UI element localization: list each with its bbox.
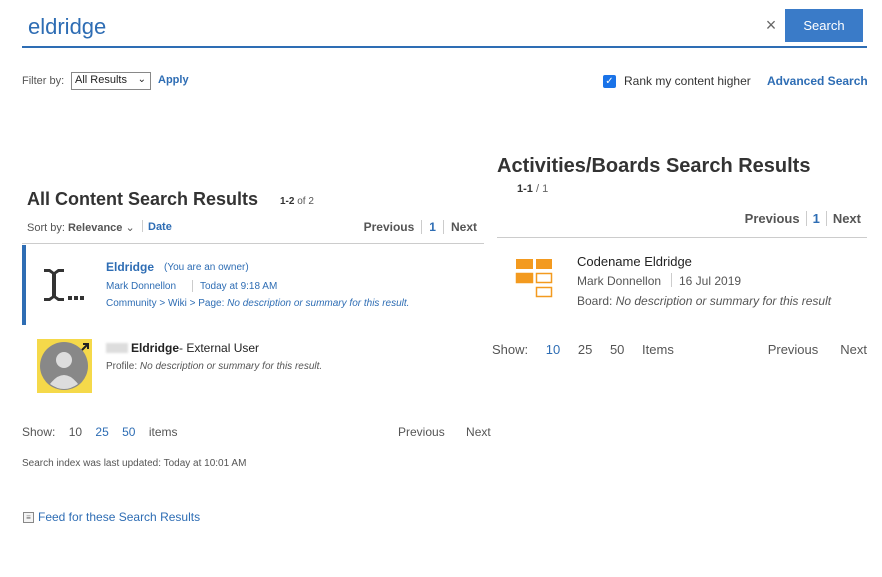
- board-author[interactable]: Mark Donnellon: [577, 274, 661, 288]
- show-label: Show:: [22, 425, 56, 439]
- count-range: 1-1: [517, 183, 533, 195]
- result-name: Eldridge: [131, 341, 180, 355]
- divider: [192, 280, 193, 292]
- blurred-name: [106, 343, 128, 353]
- result-title-suffix: - External User: [179, 341, 260, 355]
- next-link[interactable]: Next: [840, 342, 867, 357]
- sort-date-link[interactable]: Date: [148, 221, 172, 233]
- show-25[interactable]: 25: [578, 342, 592, 357]
- result-summary: No description or summary for this resul…: [139, 361, 323, 372]
- clear-search-icon[interactable]: ×: [763, 15, 779, 36]
- rss-feed-icon[interactable]: ≡: [23, 512, 34, 523]
- pager-bottom-left: Previous Next: [398, 425, 491, 439]
- board-description: Board: No description or summary for thi…: [577, 294, 831, 308]
- items-label: Items: [642, 342, 674, 357]
- result-title[interactable]: Eldridge- External User: [106, 341, 259, 355]
- sort-relevance[interactable]: Relevance: [68, 222, 122, 234]
- text-cursor-icon: [44, 269, 84, 301]
- previous-link[interactable]: Previous: [768, 342, 819, 357]
- pager-top-left: Previous 1 Next: [357, 220, 484, 234]
- show-items-left: Show: 10 25 50 items: [22, 425, 177, 439]
- profile-label: Profile:: [106, 361, 138, 372]
- page-1-link[interactable]: 1: [805, 211, 826, 226]
- filter-label: Filter by:: [22, 75, 65, 87]
- all-content-count: 1-2 of 2: [280, 196, 314, 207]
- feed-link[interactable]: Feed for these Search Results: [38, 510, 200, 524]
- divider: [497, 237, 867, 238]
- rank-checkbox[interactable]: ✓: [603, 75, 616, 88]
- divider: [671, 273, 672, 287]
- previous-link[interactable]: Previous: [398, 425, 445, 439]
- chevron-down-icon[interactable]: ⌄: [122, 222, 134, 234]
- avatar[interactable]: [37, 339, 92, 393]
- show-10[interactable]: 10: [69, 425, 82, 439]
- advanced-search-link[interactable]: Advanced Search: [767, 74, 868, 88]
- show-50[interactable]: 50: [122, 425, 135, 439]
- rank-label: Rank my content higher: [624, 74, 751, 88]
- sort-by: Sort by: Relevance ⌄: [27, 221, 135, 234]
- previous-link[interactable]: Previous: [739, 211, 806, 226]
- next-link[interactable]: Next: [442, 220, 484, 234]
- filter-selected-value: All Results: [75, 74, 127, 86]
- count-total: of 2: [297, 196, 314, 207]
- apply-button[interactable]: Apply: [158, 74, 189, 86]
- show-label: Show:: [492, 342, 529, 357]
- search-underline: [22, 46, 867, 48]
- show-25[interactable]: 25: [95, 425, 108, 439]
- board-date: 16 Jul 2019: [679, 274, 742, 288]
- result-summary: No description or summary for this resul…: [227, 298, 410, 309]
- board-summary: No description or summary for this resul…: [615, 294, 832, 308]
- show-50[interactable]: 50: [610, 342, 624, 357]
- divider: [142, 220, 143, 232]
- items-label: items: [148, 425, 178, 439]
- owner-note: (You are an owner): [164, 262, 249, 273]
- search-button[interactable]: Search: [785, 9, 863, 42]
- result-title-link[interactable]: Eldridge: [106, 260, 154, 274]
- author-link[interactable]: Mark Donnellon: [106, 281, 176, 292]
- boards-count: 1-1 / 1: [517, 183, 548, 195]
- all-content-heading: All Content Search Results: [27, 189, 259, 209]
- next-link[interactable]: Next: [825, 211, 867, 226]
- filter-select[interactable]: All Results ⌄: [71, 72, 151, 90]
- board-label: Board:: [577, 294, 613, 308]
- board-title-link[interactable]: Codename Eldridge: [577, 254, 692, 269]
- index-updated-text: Search index was last updated: Today at …: [22, 458, 247, 469]
- chevron-down-icon: ⌄: [137, 74, 146, 85]
- show-10[interactable]: 10: [546, 342, 560, 357]
- divider: [22, 243, 484, 244]
- count-range: 1-2: [280, 196, 295, 207]
- search-input[interactable]: [22, 8, 782, 46]
- board-grid-icon: [515, 259, 553, 298]
- result-date: Today at 9:18 AM: [200, 281, 278, 292]
- pager-bottom-right: Previous Next: [768, 342, 867, 357]
- next-link[interactable]: Next: [466, 425, 491, 439]
- breadcrumb[interactable]: Community > Wiki > Page:: [106, 298, 224, 309]
- count-total: / 1: [535, 183, 549, 195]
- previous-link[interactable]: Previous: [357, 220, 422, 234]
- boards-heading: Activities/Boards Search Results: [497, 155, 811, 177]
- result-profile: Profile: No description or summary for t…: [106, 361, 322, 372]
- page-1-link[interactable]: 1: [421, 220, 443, 234]
- sort-label: Sort by:: [27, 222, 65, 234]
- avatar-placeholder-icon: [40, 342, 89, 390]
- show-items-right: Show: 10 25 50 Items: [492, 342, 674, 357]
- pager-top-right: Previous 1 Next: [739, 211, 867, 226]
- result-path: Community > Wiki > Page: No description …: [106, 298, 409, 309]
